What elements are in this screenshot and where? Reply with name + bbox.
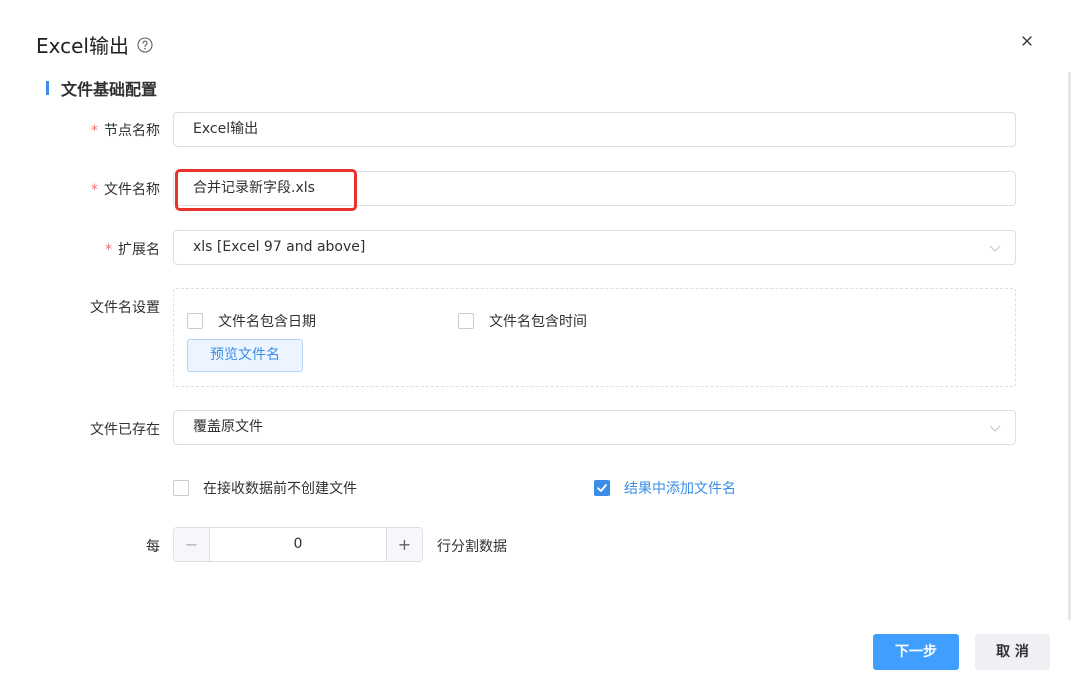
section-accent-bar <box>46 81 49 95</box>
chevron-down-icon <box>989 245 1001 252</box>
checkbox-checked[interactable] <box>594 480 610 496</box>
check-icon <box>597 484 607 492</box>
file-exists-select[interactable]: 覆盖原文件 <box>173 410 1016 445</box>
include-date-checkbox[interactable]: 文件名包含日期 <box>187 311 316 331</box>
chevron-down-icon <box>989 425 1001 432</box>
required-mark: * <box>91 123 98 139</box>
checkbox-box[interactable] <box>173 480 189 496</box>
section-title: 文件基础配置 <box>61 80 158 99</box>
split-rows-input[interactable]: 0 <box>210 528 386 561</box>
file-name-input[interactable]: 合并记录新字段.xls <box>173 171 1016 206</box>
question-circle-icon[interactable] <box>137 36 153 53</box>
add-filename-result-checkbox[interactable]: 结果中添加文件名 <box>594 478 736 498</box>
required-mark: * <box>91 182 98 198</box>
file-name-label: * 文件名称 <box>91 182 160 198</box>
include-time-checkbox[interactable]: 文件名包含时间 <box>458 311 587 331</box>
next-button[interactable]: 下一步 <box>873 634 959 670</box>
checkbox-box[interactable] <box>458 313 474 329</box>
decrement-button[interactable]: − <box>174 528 210 561</box>
node-name-input[interactable]: Excel输出 <box>173 112 1016 147</box>
close-icon[interactable] <box>1018 32 1036 50</box>
split-rows-stepper[interactable]: − 0 + <box>173 527 423 562</box>
extension-select[interactable]: xls [Excel 97 and above] <box>173 230 1016 265</box>
preview-filename-button[interactable]: 预览文件名 <box>187 339 303 372</box>
file-exists-select-value: 覆盖原文件 <box>193 419 263 435</box>
extension-select-value: xls [Excel 97 and above] <box>193 239 366 255</box>
filename-settings-label: 文件名设置 <box>90 300 160 316</box>
checkbox-box[interactable] <box>187 313 203 329</box>
node-name-label: * 节点名称 <box>91 123 160 139</box>
cancel-button[interactable]: 取 消 <box>975 634 1050 670</box>
split-prefix-label: 每 <box>146 539 160 555</box>
no-create-before-checkbox[interactable]: 在接收数据前不创建文件 <box>173 478 357 498</box>
dialog-title-text: Excel输出 <box>36 34 129 58</box>
dialog-title: Excel输出 <box>36 30 153 59</box>
file-exists-label: 文件已存在 <box>90 422 160 438</box>
increment-button[interactable]: + <box>386 528 422 561</box>
required-mark: * <box>105 242 112 258</box>
scrollbar[interactable] <box>1068 72 1071 620</box>
extension-label: * 扩展名 <box>105 242 160 258</box>
section-header: 文件基础配置 <box>46 76 157 100</box>
split-suffix-label: 行分割数据 <box>437 539 507 555</box>
filename-settings-panel <box>173 288 1016 387</box>
